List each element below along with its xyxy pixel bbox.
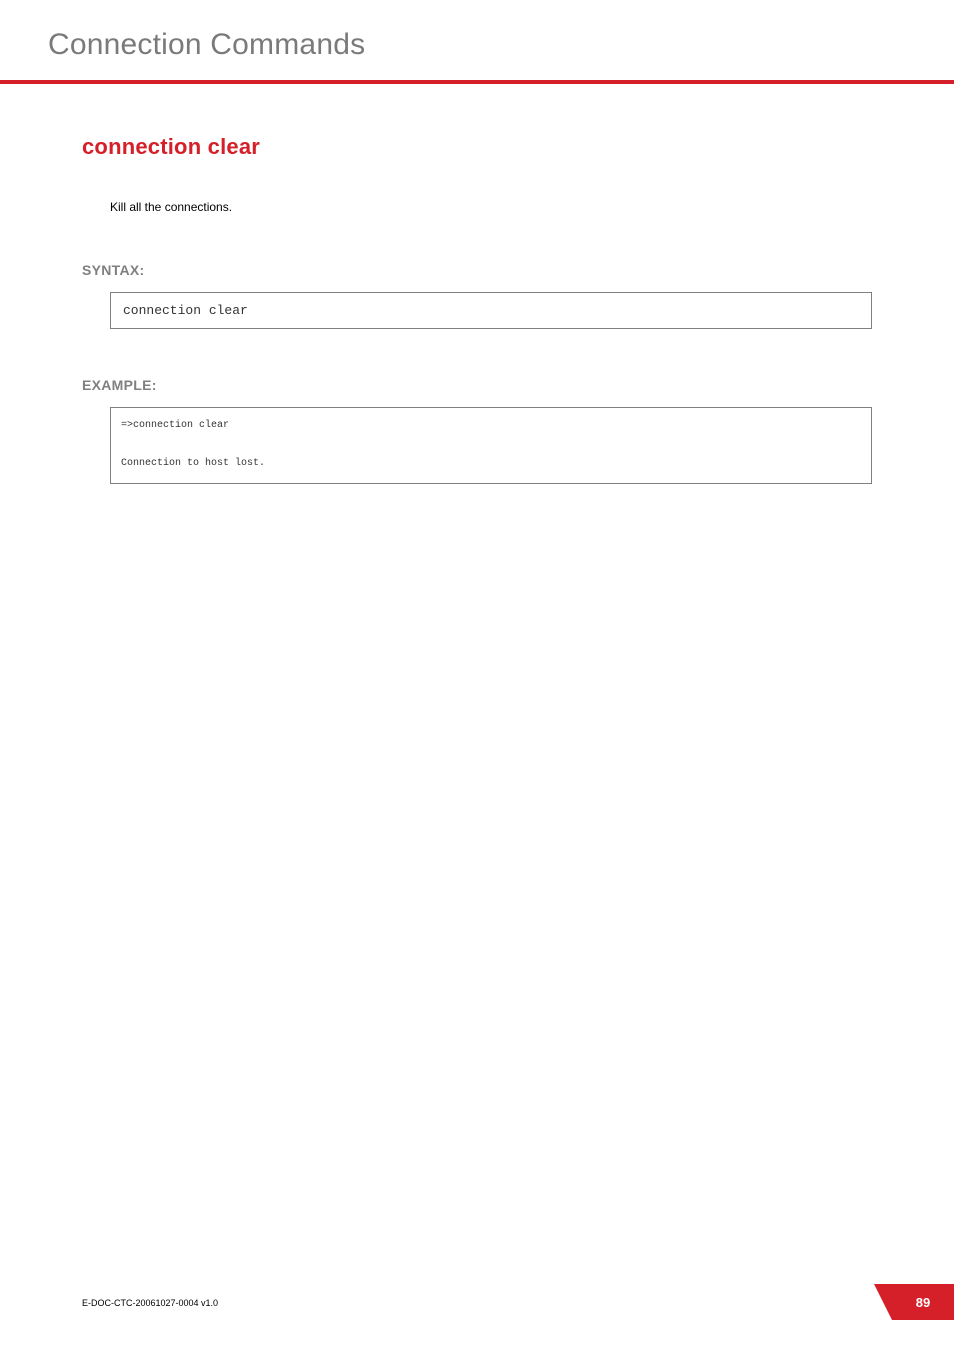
page-header-title: Connection Commands bbox=[48, 28, 954, 62]
syntax-label: SYNTAX: bbox=[82, 262, 872, 278]
page-header: Connection Commands bbox=[0, 0, 954, 62]
example-code-box: =>connection clear Connection to host lo… bbox=[110, 407, 872, 484]
content-area: connection clear Kill all the connection… bbox=[0, 84, 954, 484]
example-label: EXAMPLE: bbox=[82, 377, 872, 393]
footer-doc-id: E-DOC-CTC-20061027-0004 v1.0 bbox=[82, 1298, 218, 1308]
command-title: connection clear bbox=[82, 134, 872, 160]
page-number: 89 bbox=[916, 1295, 930, 1310]
page-number-badge: 89 bbox=[892, 1284, 954, 1320]
syntax-code-box: connection clear bbox=[110, 292, 872, 329]
command-description: Kill all the connections. bbox=[110, 200, 872, 214]
